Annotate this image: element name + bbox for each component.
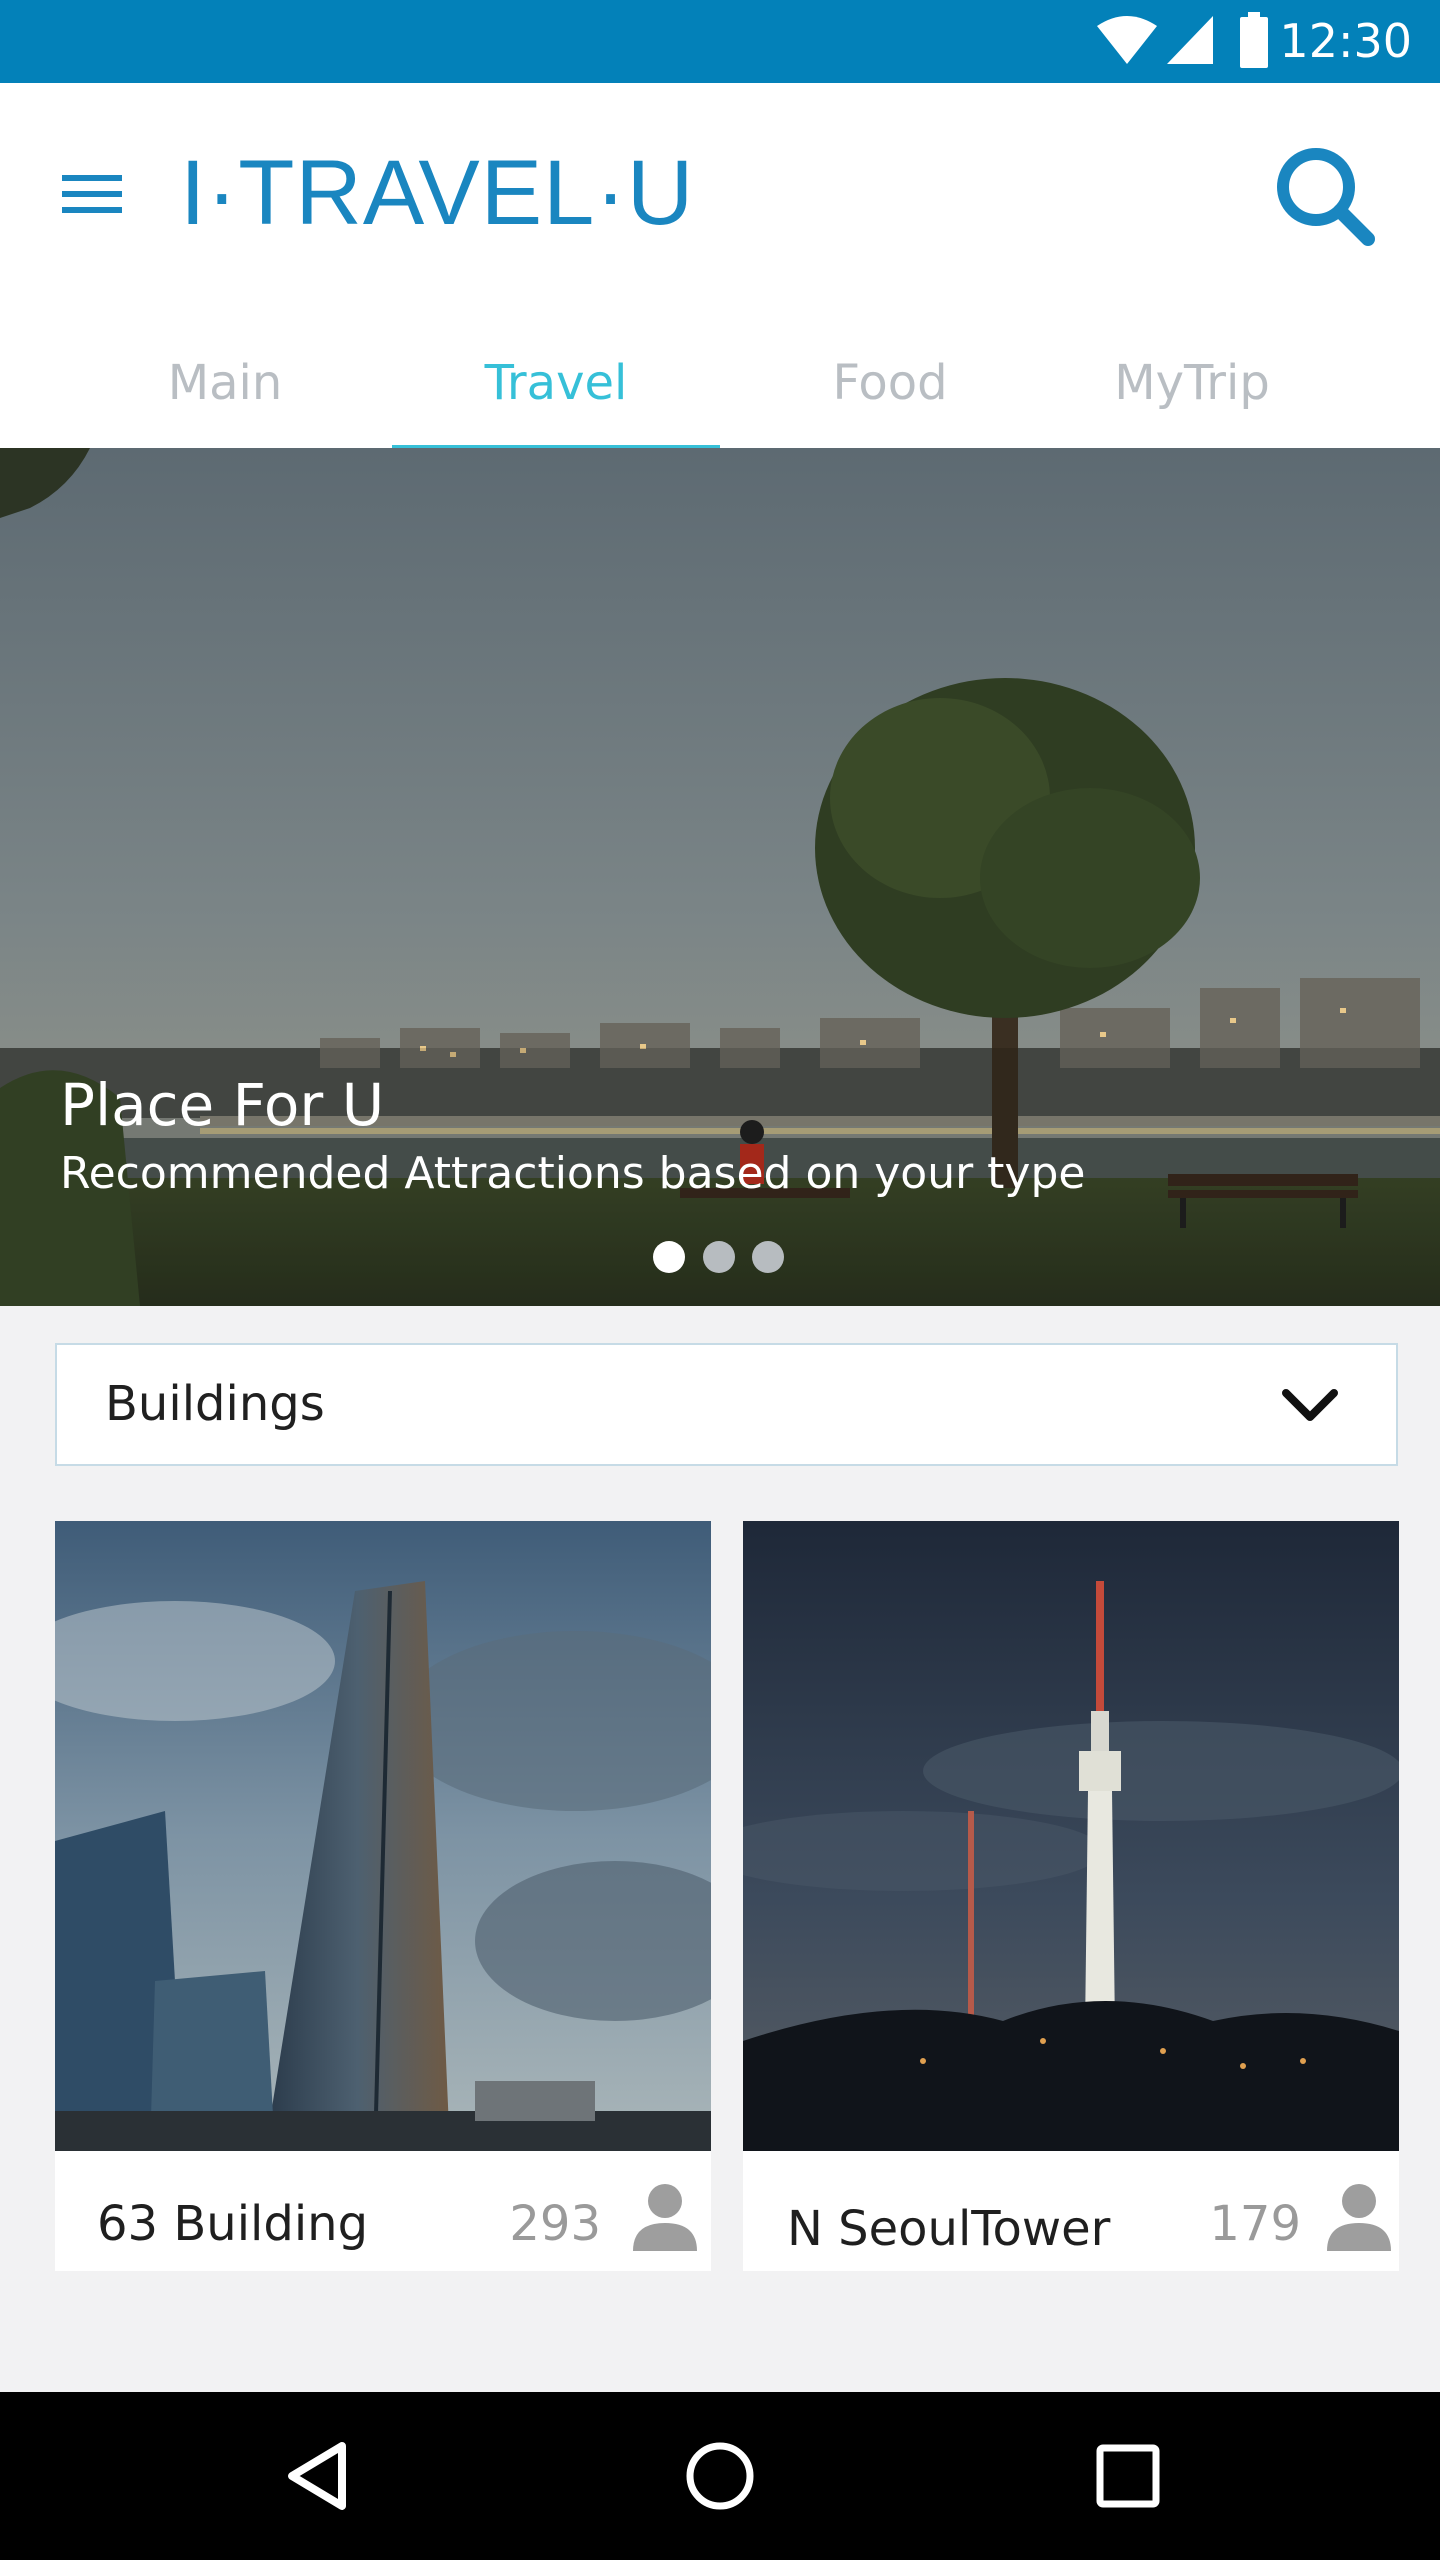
battery-icon bbox=[1240, 12, 1268, 68]
person-icon bbox=[1327, 2184, 1391, 2251]
search-icon bbox=[1277, 148, 1375, 246]
page-dot-3[interactable] bbox=[752, 1241, 784, 1273]
status-bar: 12:30 bbox=[0, 0, 1440, 83]
attraction-image bbox=[743, 1521, 1399, 2151]
visitor-count: 179 bbox=[1209, 2196, 1301, 2252]
home-icon[interactable] bbox=[684, 2440, 756, 2512]
hero-banner[interactable]: Place For U Recommended Attractions base… bbox=[0, 448, 1440, 1306]
tab-travel[interactable]: Travel bbox=[456, 338, 656, 428]
status-time: 12:30 bbox=[1279, 14, 1412, 68]
page-dot-1[interactable] bbox=[653, 1241, 685, 1273]
wifi-icon bbox=[1097, 16, 1157, 64]
attraction-image bbox=[55, 1521, 711, 2151]
recents-icon[interactable] bbox=[1092, 2440, 1164, 2512]
tab-mytrip[interactable]: MyTrip bbox=[1092, 338, 1292, 428]
visitor-count: 293 bbox=[509, 2196, 601, 2252]
chevron-down-icon bbox=[1282, 1389, 1338, 1421]
hero-title: Place For U bbox=[60, 1071, 385, 1139]
cell-signal-icon bbox=[1167, 16, 1213, 64]
hamburger-menu-icon bbox=[62, 175, 122, 213]
category-select-value: Buildings bbox=[105, 1376, 325, 1432]
hero-subtitle: Recommended Attractions based on your ty… bbox=[60, 1148, 1086, 1199]
attraction-name: N SeoulTower bbox=[787, 2201, 1111, 2257]
menu-button[interactable] bbox=[50, 153, 134, 237]
app-logo: I·TRAVEL·U bbox=[180, 142, 695, 244]
search-button[interactable] bbox=[1270, 141, 1380, 251]
category-select[interactable]: Buildings bbox=[55, 1343, 1398, 1466]
person-icon bbox=[633, 2184, 697, 2251]
app-header: I·TRAVEL·U Main Travel Food MyTrip bbox=[0, 83, 1440, 452]
page-dot-2[interactable] bbox=[703, 1241, 735, 1273]
attraction-card-63-building[interactable]: 63 Building 293 bbox=[55, 1521, 711, 2271]
attraction-card-n-seoultower[interactable]: N SeoulTower 179 bbox=[743, 1521, 1399, 2271]
tab-main[interactable]: Main bbox=[125, 338, 325, 428]
tab-food[interactable]: Food bbox=[790, 338, 990, 428]
system-nav-bar bbox=[0, 2392, 1440, 2560]
back-icon[interactable] bbox=[282, 2440, 352, 2512]
attraction-name: 63 Building bbox=[97, 2196, 369, 2252]
